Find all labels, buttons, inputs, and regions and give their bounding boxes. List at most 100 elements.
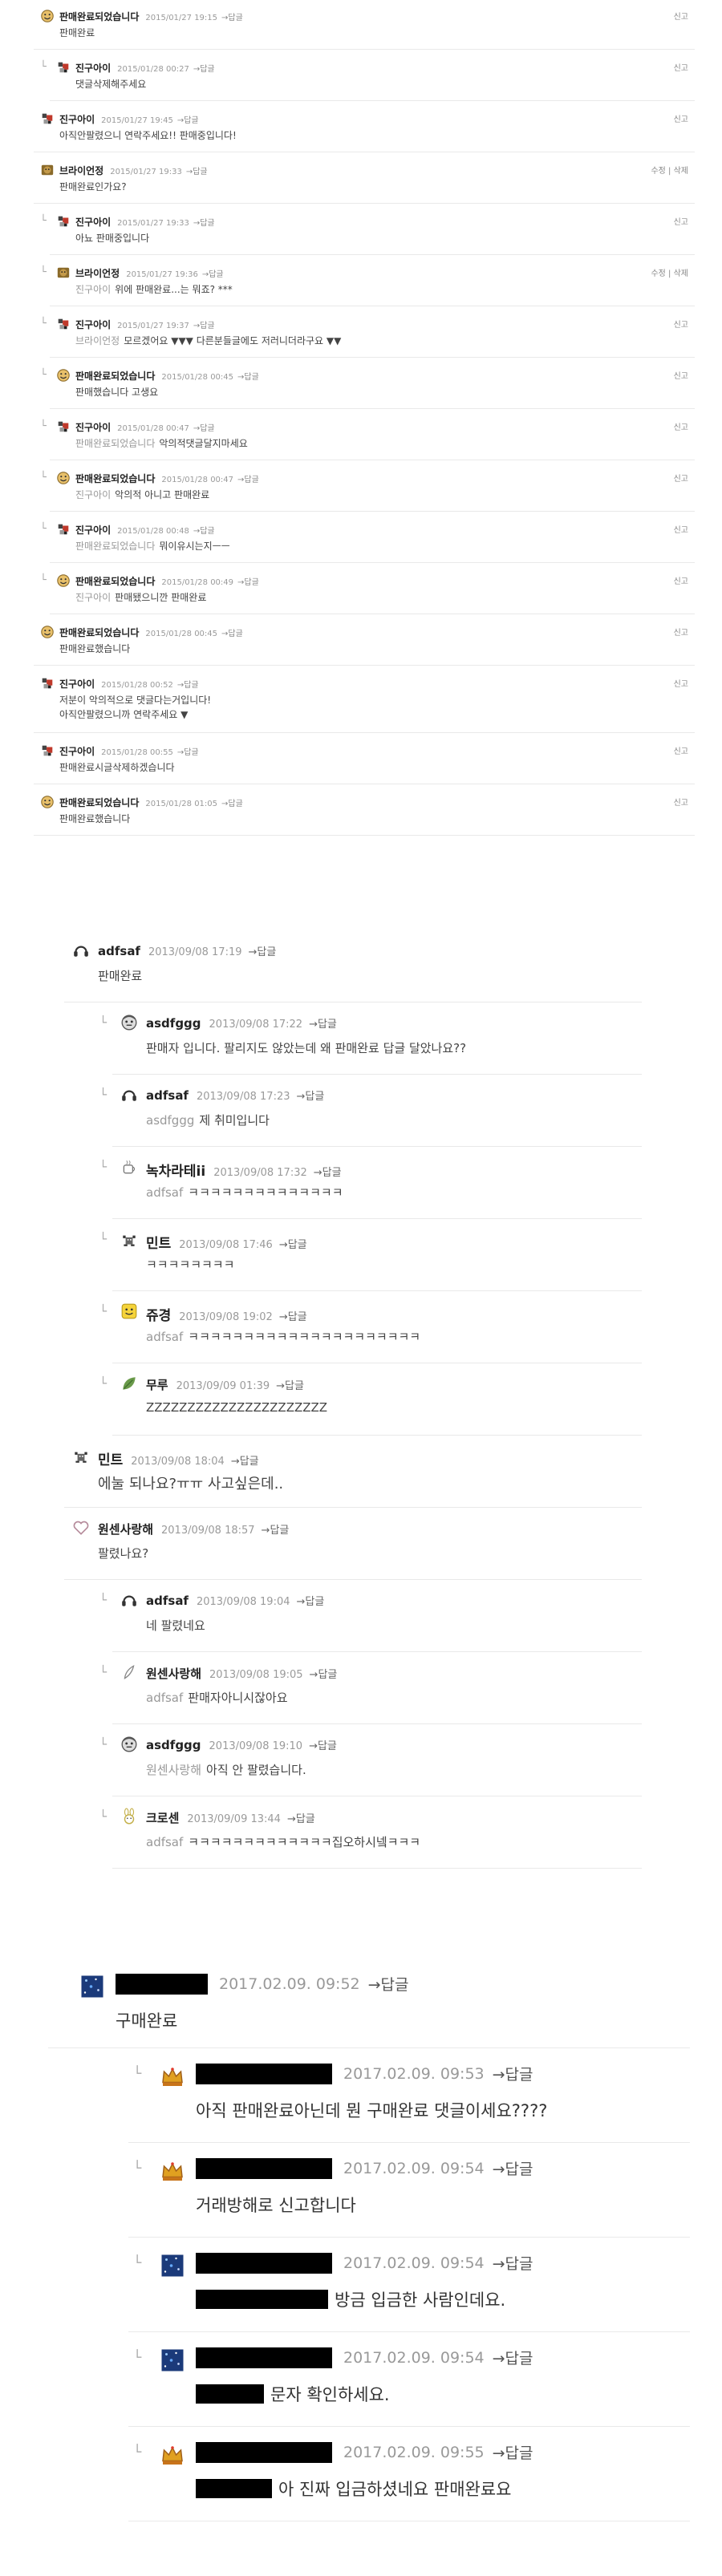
- author-name[interactable]: 진구아이: [75, 525, 111, 536]
- reply-link[interactable]: →답글: [193, 219, 215, 228]
- reply-link[interactable]: →답글: [314, 1167, 342, 1179]
- report-link[interactable]: 신고: [674, 420, 688, 432]
- author-name[interactable]: 판매완료되었습니다: [59, 797, 139, 808]
- author-name[interactable]: 브라이언정: [75, 268, 120, 279]
- comment-date: 2015/01/27 19:15: [145, 14, 218, 22]
- author-name[interactable]: asdfggg: [146, 1016, 201, 1031]
- comment-header: 2017.02.09. 09:52 →답글: [116, 1973, 409, 1995]
- reply-link[interactable]: →답글: [177, 116, 199, 125]
- comment-divider: [112, 1074, 642, 1075]
- report-link[interactable]: 수정 | 삭제: [651, 164, 688, 176]
- reply-link[interactable]: →답글: [279, 1311, 307, 1323]
- author-name[interactable]: 판매완료되었습니다: [59, 627, 139, 638]
- comment-body: 판매자아니시잖아요: [188, 1691, 288, 1705]
- reply-link[interactable]: →답글: [202, 270, 224, 279]
- author-name[interactable]: 쥬경: [146, 1308, 171, 1324]
- reply-indent-icon: └: [133, 2444, 142, 2461]
- reply-link[interactable]: →답글: [297, 1091, 325, 1103]
- author-name[interactable]: 원센사랑해: [146, 1667, 201, 1681]
- report-link[interactable]: 신고: [674, 523, 688, 535]
- reply-link[interactable]: →답글: [493, 2161, 533, 2178]
- reply-link[interactable]: →답글: [368, 1976, 409, 1994]
- author-name[interactable]: 진구아이: [75, 217, 111, 228]
- reply-link[interactable]: →답글: [231, 1456, 259, 1468]
- comment-item: └ 진구아이 2015/01/28 00:48 →답글 신고 판매완료되었습니다 뭐이유시는…: [0, 520, 722, 563]
- report-link[interactable]: 신고: [674, 318, 688, 330]
- report-link[interactable]: 신고: [674, 215, 688, 227]
- report-link[interactable]: 신고: [674, 677, 688, 689]
- reply-link[interactable]: →답글: [221, 800, 243, 808]
- report-link[interactable]: 신고: [674, 472, 688, 484]
- author-name[interactable]: adfsaf: [146, 1594, 189, 1608]
- reply-link[interactable]: →답글: [297, 1596, 325, 1608]
- reply-link[interactable]: →답글: [177, 748, 199, 757]
- comment-body: 악의적댓글달지마세요: [159, 438, 248, 449]
- comment-header: 브라이언정 2015/01/27 19:36 →답글: [75, 266, 224, 280]
- reply-link[interactable]: →답글: [193, 65, 215, 74]
- author-name[interactable]: 진구아이: [75, 422, 111, 433]
- avatar: [40, 111, 55, 126]
- reply-link[interactable]: →답글: [237, 578, 259, 587]
- comment-body: 판매됐으니깐 판매완료: [115, 592, 207, 603]
- reply-link[interactable]: →답글: [310, 1669, 338, 1681]
- reply-link[interactable]: →답글: [276, 1380, 304, 1392]
- reply-link[interactable]: →답글: [221, 630, 243, 638]
- author-name[interactable]: 판매완료되었습니다: [75, 576, 155, 587]
- reply-link[interactable]: →답글: [309, 1740, 337, 1752]
- author-name[interactable]: 진구아이: [59, 746, 95, 757]
- reply-link[interactable]: →답글: [193, 322, 215, 330]
- author-name[interactable]: 판매완료되었습니다: [75, 473, 155, 484]
- author-name[interactable]: 진구아이: [59, 114, 95, 125]
- reply-link[interactable]: →답글: [237, 476, 259, 484]
- report-link[interactable]: 신고: [674, 112, 688, 124]
- author-name[interactable]: 크로센: [146, 1811, 179, 1825]
- author-name[interactable]: 진구아이: [59, 678, 95, 690]
- report-link[interactable]: 수정 | 삭제: [651, 266, 688, 278]
- avatar: [40, 676, 55, 691]
- author-name[interactable]: 민트: [146, 1236, 171, 1252]
- author-name[interactable]: 진구아이: [75, 63, 111, 74]
- author-name[interactable]: 판매완료되었습니다: [75, 371, 155, 382]
- author-name[interactable]: adfsaf: [146, 1088, 189, 1103]
- author-name[interactable]: asdfggg: [146, 1738, 201, 1752]
- reply-link[interactable]: →답글: [177, 681, 199, 690]
- report-link[interactable]: 신고: [674, 369, 688, 381]
- reply-link[interactable]: →답글: [193, 424, 215, 433]
- report-link[interactable]: 신고: [674, 744, 688, 756]
- reply-link[interactable]: →답글: [493, 2350, 533, 2367]
- reply-link[interactable]: →답글: [287, 1813, 315, 1825]
- author-name[interactable]: 판매완료되었습니다: [59, 11, 139, 22]
- author-name[interactable]: 무루: [146, 1378, 168, 1392]
- reply-link[interactable]: →답글: [309, 1019, 337, 1031]
- author-name[interactable]: 민트: [98, 1452, 123, 1468]
- comment-item: └ asdfggg 2013/09/08 19:10 →답글 원센사랑해 아직 안 팔렸습…: [0, 1732, 722, 1796]
- comment-body: 제 취미입니다: [199, 1113, 270, 1128]
- reply-link[interactable]: →답글: [237, 373, 259, 382]
- comment-panel-2013: adfsaf 2013/09/08 17:19 →답글 판매완료 └ asdfggg 201…: [0, 930, 722, 1893]
- report-link[interactable]: 신고: [674, 574, 688, 586]
- reply-link[interactable]: →답글: [493, 2255, 533, 2273]
- reply-link[interactable]: →답글: [193, 527, 215, 536]
- report-link[interactable]: 신고: [674, 626, 688, 638]
- reply-link[interactable]: →답글: [262, 1525, 290, 1537]
- reply-link[interactable]: →답글: [186, 168, 208, 176]
- author-name[interactable]: 진구아이: [75, 319, 111, 330]
- reply-link[interactable]: →답글: [493, 2066, 533, 2084]
- reply-link[interactable]: →답글: [249, 946, 277, 958]
- author-name[interactable]: 녹차라테ii: [146, 1164, 205, 1180]
- comment-body: 판매완료시글삭제하겠습니다: [59, 762, 175, 773]
- redacted-mention: [196, 2384, 264, 2404]
- reply-link[interactable]: →답글: [279, 1239, 307, 1251]
- reply-link[interactable]: →답글: [221, 14, 243, 22]
- comment-text: ㅋㅋㅋㅋㅋㅋㅋㅋ: [146, 1256, 234, 1273]
- report-link[interactable]: 신고: [674, 61, 688, 73]
- author-name[interactable]: 원센사랑해: [98, 1522, 153, 1537]
- comment-divider: [50, 100, 695, 101]
- comment-date: 2013/09/08 19:04: [196, 1596, 290, 1608]
- report-link[interactable]: 신고: [674, 10, 688, 22]
- author-name[interactable]: adfsaf: [98, 944, 140, 958]
- comment-body: 판매자 입니다. 팔리지도 않았는데 왜 판매완료 답글 달았나요??: [146, 1041, 467, 1055]
- report-link[interactable]: 신고: [674, 796, 688, 808]
- author-name[interactable]: 브라이언정: [59, 165, 103, 176]
- reply-link[interactable]: →답글: [493, 2444, 533, 2462]
